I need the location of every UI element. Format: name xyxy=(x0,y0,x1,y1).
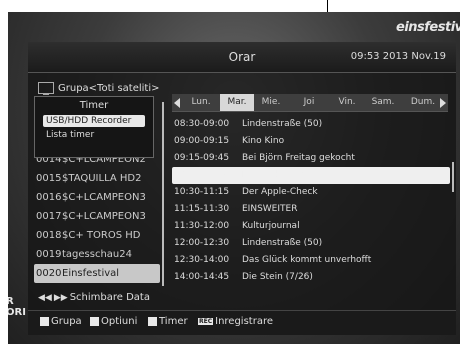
channel-row[interactable]: 0017$C+LCAMPEON3 xyxy=(34,207,160,226)
channel-name: Einsfestival xyxy=(62,268,120,279)
change-date-label: Schimbare Data xyxy=(69,292,150,303)
program-row[interactable]: 14:00-14:45 Die Stein (7/26) xyxy=(172,269,450,286)
channel-number: 0016 xyxy=(36,192,62,203)
program-row[interactable]: 12:30-14:00 Das Glück kommt unverhofft xyxy=(172,252,450,269)
tv-icon xyxy=(38,82,54,95)
timer-label: Timer xyxy=(159,316,188,327)
frame-tick xyxy=(327,0,328,12)
channel-number: 0019 xyxy=(36,249,62,260)
timer-popup-title: Timer xyxy=(79,100,109,111)
header-bar: Orar 09:53 2013 Nov.19 xyxy=(28,42,456,73)
color-key-icon xyxy=(90,316,99,326)
program-row[interactable]: 10:30-11:15 Der Apple-Check xyxy=(172,184,450,201)
program-title: Lindenstraße (50) xyxy=(242,119,323,129)
channel-row[interactable]: 0019tagesschau24 xyxy=(34,245,160,264)
program-title: Kino Kino xyxy=(242,136,285,146)
program-title: Der Vorkoster xyxy=(242,170,304,180)
program-title: EINSWEITER xyxy=(242,204,298,214)
program-time: 09:45-10:30 xyxy=(174,170,230,180)
options-label: Optiuni xyxy=(101,316,138,327)
rewind-icon: ◀◀ xyxy=(38,293,52,303)
day-tab[interactable]: Vin. xyxy=(330,94,364,111)
arrow-left-icon[interactable] xyxy=(174,98,180,108)
channel-logo: einsfestival xyxy=(396,20,468,35)
program-row[interactable]: 09:00-09:15 Kino Kino xyxy=(172,133,450,150)
program-time: 11:30-12:00 xyxy=(174,221,230,231)
program-time: 14:00-14:45 xyxy=(174,272,230,282)
channel-number: 0018 xyxy=(36,230,62,241)
program-time: 12:00-12:30 xyxy=(174,238,230,248)
program-title: Bei Björn Freitag gekocht xyxy=(242,153,355,163)
channel-number: 0017 xyxy=(36,211,62,222)
satellite-group-text: Grupa<Toti sateliti> xyxy=(58,83,160,94)
epg-window: Orar 09:53 2013 Nov.19 Grupa<Toti sateli… xyxy=(28,42,456,335)
channel-name: $TAQUILLA HD2 xyxy=(62,173,142,184)
arrow-right-icon[interactable] xyxy=(440,98,446,108)
color-key-icon xyxy=(148,316,157,326)
day-tab[interactable]: Mar. xyxy=(220,94,254,111)
channel-name: $C+ TOROS HD xyxy=(62,230,141,241)
channel-row[interactable]: 0016$C+LCAMPEON3 xyxy=(34,188,160,207)
program-row[interactable]: 08:30-09:00 Lindenstraße (50) xyxy=(172,116,450,133)
color-key-icon xyxy=(40,316,49,326)
edge-text: R ORI xyxy=(6,296,26,318)
channel-number: 0015 xyxy=(36,173,62,184)
program-time: 10:30-11:15 xyxy=(174,187,230,197)
record-label: Inregistrare xyxy=(215,316,273,327)
group-label: Grupa xyxy=(51,316,82,327)
day-tab[interactable]: Mie. xyxy=(254,94,288,111)
program-time: 08:30-09:00 xyxy=(174,119,230,129)
program-title: Die Stein (7/26) xyxy=(242,272,313,282)
timer-popup: Timer USB/HDD Recorder Lista timer xyxy=(34,96,154,158)
tv-screen: einsfestival Orar 09:53 2013 Nov.19 Grup… xyxy=(0,0,468,356)
frame-left xyxy=(0,0,8,356)
channel-row[interactable]: 0020Einsfestival xyxy=(34,264,160,283)
date-navigation[interactable]: ◀◀ ▶▶ Schimbare Data xyxy=(38,292,150,303)
timer-button[interactable]: Timer xyxy=(148,316,188,327)
channel-name: tagesschau24 xyxy=(62,249,132,260)
program-row[interactable]: 11:15-11:30 EINSWEITER xyxy=(172,201,450,218)
program-title: Lindenstraße (50) xyxy=(242,238,323,248)
day-tab[interactable]: Sam. xyxy=(366,94,400,111)
channel-name: $C+LCAMPEON3 xyxy=(62,211,146,222)
program-row[interactable]: 09:15-09:45 Bei Björn Freitag gekocht xyxy=(172,150,450,167)
program-time: 09:15-09:45 xyxy=(174,153,230,163)
channel-row[interactable]: 0015$TAQUILLA HD2 xyxy=(34,169,160,188)
fast-forward-icon: ▶▶ xyxy=(53,293,68,303)
frame-top xyxy=(0,0,468,12)
program-time: 12:30-14:00 xyxy=(174,255,230,265)
day-tab[interactable]: Joi xyxy=(292,94,326,111)
frame-bottom xyxy=(0,344,468,356)
program-title: Kulturjournal xyxy=(242,221,300,231)
program-time: 11:15-11:30 xyxy=(174,204,230,214)
channel-row[interactable]: 0018$C+ TOROS HD xyxy=(34,226,160,245)
options-button[interactable]: Optiuni xyxy=(90,316,137,327)
channel-list[interactable]: 0014$C+LCAMPEON2 0015$TAQUILLA HD2 0016$C+… xyxy=(34,150,160,283)
frame-right xyxy=(460,0,468,356)
day-tab[interactable]: Lun. xyxy=(184,94,218,111)
record-button[interactable]: REC Inregistrare xyxy=(198,316,273,327)
program-row[interactable]: 09:45-10:30 Der Vorkoster xyxy=(172,167,450,184)
timer-list-option[interactable]: Lista timer xyxy=(43,130,145,140)
satellite-group-label[interactable]: Grupa<Toti sateliti> xyxy=(38,82,160,95)
program-title: Das Glück kommt unverhofft xyxy=(242,255,372,265)
program-title: Der Apple-Check xyxy=(242,187,318,197)
channel-name: $C+LCAMPEON3 xyxy=(62,192,146,203)
program-time: 09:00-09:15 xyxy=(174,136,230,146)
rec-badge-icon: REC xyxy=(198,317,214,325)
channel-scrollbar[interactable] xyxy=(162,102,164,286)
day-tab[interactable]: Dum. xyxy=(406,94,440,111)
group-button[interactable]: Grupa xyxy=(40,316,82,327)
footer-bar: Grupa Optiuni Timer REC Inregistrare xyxy=(28,310,456,335)
program-row[interactable]: 12:00-12:30 Lindenstraße (50) xyxy=(172,235,450,252)
channel-number: 0020 xyxy=(36,268,62,279)
program-row[interactable]: 11:30-12:00 Kulturjournal xyxy=(172,218,450,235)
program-scrollbar[interactable] xyxy=(452,162,454,192)
clock-display: 09:53 2013 Nov.19 xyxy=(350,51,446,62)
day-selector: Lun. Mar. Mie. Joi Vin. Sam. Dum. xyxy=(172,94,448,112)
program-list[interactable]: 08:30-09:00 Lindenstraße (50) 09:00-09:15 K… xyxy=(172,116,450,286)
usb-hdd-recorder-option[interactable]: USB/HDD Recorder xyxy=(43,115,145,127)
